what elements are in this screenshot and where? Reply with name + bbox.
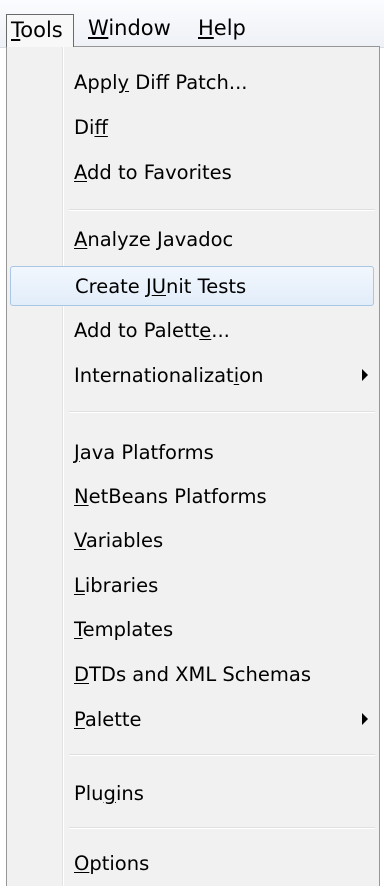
menu-item-label: Apply Diff Patch... (74, 71, 248, 94)
menu-item-label: Libraries (74, 574, 159, 597)
menu-item-create-junit-tests[interactable]: Create JUnit Tests (10, 266, 374, 306)
submenu-arrow-icon (362, 713, 368, 725)
menu-item-label: Variables (74, 529, 164, 552)
menu-item-libraries[interactable]: Libraries (10, 566, 374, 606)
menubar-help-label: Help (198, 16, 246, 40)
menu-item-apply-diff-patch[interactable]: Apply Diff Patch... (10, 63, 374, 103)
menu-item-options[interactable]: Options (10, 844, 374, 884)
menu-item-label: Options (74, 852, 150, 875)
menu-separator (69, 754, 375, 756)
menubar-help[interactable]: Help (198, 13, 246, 43)
menubar-window[interactable]: Window (88, 13, 171, 43)
menu-separator (69, 827, 375, 829)
menu-item-label: Internationalization (74, 364, 264, 387)
menu-separator (69, 411, 375, 413)
menu-item-dtds-and-xml-schemas[interactable]: DTDs and XML Schemas (10, 655, 374, 695)
menu-item-internationalization[interactable]: Internationalization (10, 356, 374, 396)
menu-item-label: Plugins (74, 782, 144, 805)
submenu-arrow-icon (362, 369, 368, 381)
menu-item-netbeans-platforms[interactable]: NetBeans Platforms (10, 477, 374, 517)
menu-item-label: Java Platforms (74, 441, 214, 464)
menu-item-add-to-palette[interactable]: Add to Palette... (10, 311, 374, 351)
menubar-tools-label: Tools (11, 18, 63, 42)
menu-item-label: Add to Favorites (74, 161, 232, 184)
menu-item-palette[interactable]: Palette (10, 700, 374, 740)
menubar-window-label: Window (88, 16, 171, 40)
menu-bar: Tools Window Help (0, 0, 384, 48)
menu-item-label: Add to Palette... (74, 319, 230, 342)
menu-item-diff[interactable]: Diff (10, 108, 374, 148)
menu-item-label: Palette (74, 708, 142, 731)
menubar-tools[interactable]: Tools (6, 14, 74, 47)
menu-item-label: Analyze Javadoc (74, 228, 234, 251)
menu-item-add-to-favorites[interactable]: Add to Favorites (10, 153, 374, 193)
menu-item-plugins[interactable]: Plugins (10, 774, 374, 814)
menu-item-java-platforms[interactable]: Java Platforms (10, 433, 374, 473)
menu-item-variables[interactable]: Variables (10, 521, 374, 561)
menu-item-label: Templates (74, 618, 174, 641)
menu-item-analyze-javadoc[interactable]: Analyze Javadoc (10, 220, 374, 260)
menu-item-label: NetBeans Platforms (74, 485, 267, 508)
menu-item-label: Diff (74, 116, 108, 139)
menu-item-label: Create JUnit Tests (75, 275, 247, 298)
menu-separator (69, 209, 375, 211)
menu-item-label: DTDs and XML Schemas (74, 663, 311, 686)
tools-dropdown-menu: Apply Diff Patch... Diff Add to Favorite… (6, 46, 380, 886)
menu-item-templates[interactable]: Templates (10, 610, 374, 650)
